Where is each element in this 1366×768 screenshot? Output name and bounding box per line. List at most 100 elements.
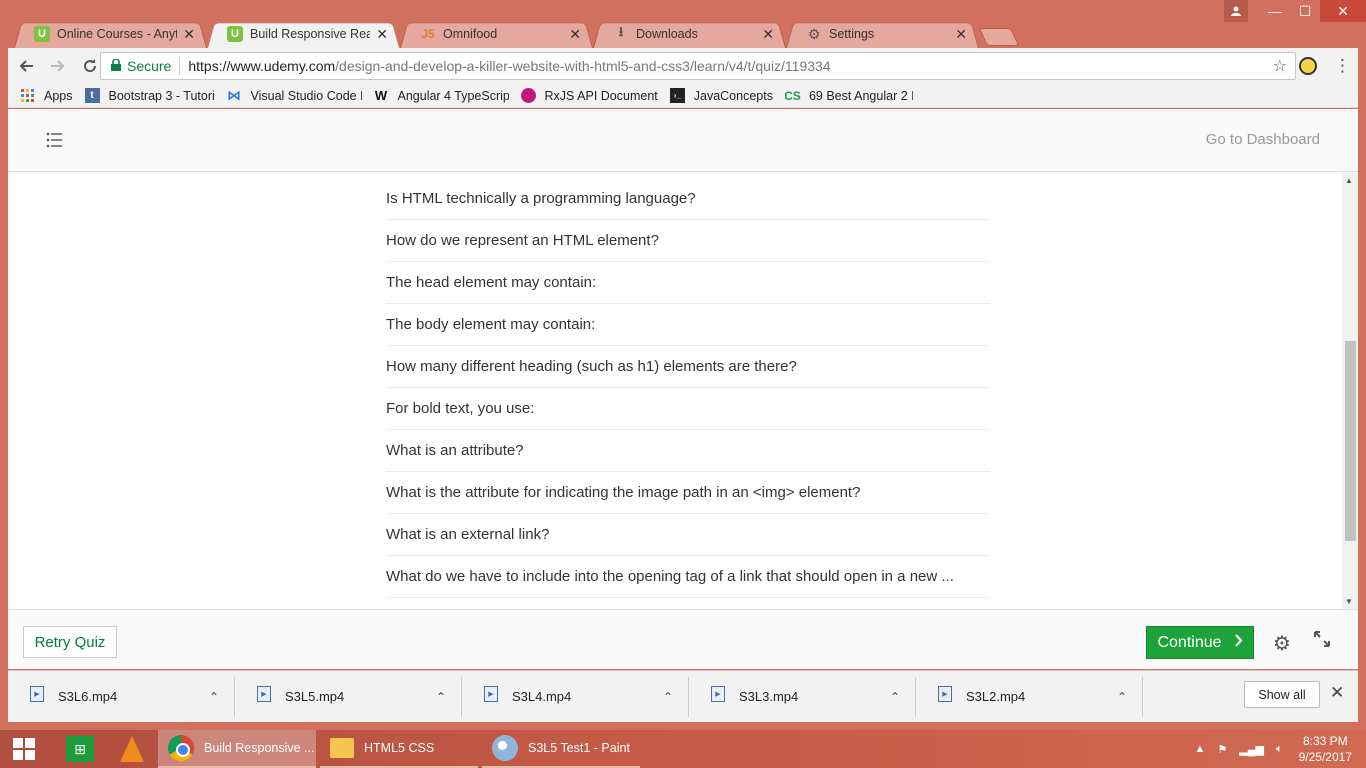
bookmark-rxjs[interactable]: RxJS API Document	[520, 88, 658, 103]
question-item[interactable]: What is an external link?	[386, 514, 990, 556]
apps-icon	[20, 88, 35, 103]
taskbar-app-chrome[interactable]: Build Responsive ...	[158, 730, 316, 768]
bootstrap-icon: t	[84, 88, 100, 103]
download-item[interactable]: ▶ S3L3.mp4 ⌃	[689, 676, 916, 717]
bookmark-angular-interview[interactable]: CS 69 Best Angular 2 Int	[785, 88, 913, 103]
question-item[interactable]: Is HTML technically a programming langua…	[386, 178, 990, 220]
window-controls: — ☐ ✕	[1224, 0, 1366, 24]
tab-downloads[interactable]: ⭳ Downloads ✕	[593, 20, 786, 48]
question-item[interactable]: What do we have to include into the open…	[386, 556, 990, 598]
forward-button[interactable]	[44, 52, 72, 80]
show-hidden-icons-icon[interactable]: ▲	[1195, 743, 1206, 755]
gear-icon: ⚙	[807, 25, 821, 42]
retry-quiz-button[interactable]: Retry Quiz	[23, 626, 117, 658]
extension-icon[interactable]	[1299, 57, 1317, 75]
address-bar[interactable]: Secure https://www.udemy.com/design-and-…	[100, 52, 1296, 80]
question-item[interactable]: What is the attribute for indicating the…	[386, 472, 990, 514]
chevron-up-icon[interactable]: ⌃	[436, 690, 446, 704]
download-filename: S3L2.mp4	[966, 689, 1026, 704]
bookmark-bootstrap[interactable]: t Bootstrap 3 - Tutorial	[84, 88, 215, 103]
go-to-dashboard-link[interactable]: Go to Dashboard	[1206, 131, 1320, 148]
vlc-taskbar-button[interactable]	[106, 730, 158, 768]
network-icon[interactable]: ▂▄▆	[1239, 743, 1264, 756]
close-tab-icon[interactable]: ✕	[955, 26, 967, 43]
start-button[interactable]	[0, 730, 48, 768]
video-file-icon: ▶	[938, 685, 952, 702]
js-icon: J5	[421, 27, 435, 41]
minimize-button[interactable]: —	[1260, 0, 1290, 22]
download-item[interactable]: ▶ S3L6.mp4 ⌃	[8, 676, 235, 717]
taskbar-app-paint[interactable]: S3L5 Test1 - Paint	[482, 730, 640, 768]
bookmark-star-icon[interactable]: ☆	[1273, 56, 1287, 76]
maximize-button[interactable]: ☐	[1290, 0, 1320, 22]
chevron-right-icon	[1234, 634, 1243, 651]
question-item[interactable]: The body element may contain:	[386, 304, 990, 346]
udemy-icon: U	[34, 26, 50, 42]
secure-label: Secure	[127, 58, 172, 74]
download-item[interactable]: ▶ S3L2.mp4 ⌃	[916, 676, 1143, 717]
tab-omnifood[interactable]: J5 Omnifood ✕	[400, 20, 593, 48]
scroll-up-icon[interactable]: ▲	[1345, 176, 1353, 185]
close-icon[interactable]: ✕	[1330, 683, 1344, 703]
chevron-up-icon[interactable]: ⌃	[209, 690, 219, 704]
clock[interactable]: 8:33 PM 9/25/2017	[1299, 733, 1352, 765]
tab-strip: U Online Courses - Anytime ✕ U Build Res…	[14, 20, 1015, 48]
profile-icon[interactable]	[1224, 0, 1248, 22]
chevron-up-icon[interactable]: ⌃	[1117, 690, 1127, 704]
download-filename: S3L3.mp4	[739, 689, 799, 704]
tab-title: Settings	[829, 27, 875, 41]
tab-build-responsive[interactable]: U Build Responsive Real World ✕	[207, 20, 400, 48]
bookmark-label: RxJS API Document	[544, 88, 658, 103]
quiz-question-list-area: Is HTML technically a programming langua…	[8, 173, 1342, 609]
question-item[interactable]: For bold text, you use:	[386, 388, 990, 430]
question-list: Is HTML technically a programming langua…	[386, 178, 990, 598]
vlc-icon	[120, 736, 144, 762]
tab-online-courses[interactable]: U Online Courses - Anytime ✕	[14, 20, 207, 48]
tab-title: Downloads	[636, 27, 698, 41]
bookmark-apps[interactable]: Apps	[20, 88, 73, 103]
scroll-down-icon[interactable]: ▼	[1345, 597, 1353, 606]
question-item[interactable]: How many different heading (such as h1) …	[386, 346, 990, 388]
url-path: /design-and-develop-a-killer-website-wit…	[335, 58, 831, 74]
bookmark-angular[interactable]: W Angular 4 TypeScript	[374, 88, 509, 103]
menu-icon[interactable]: ⋮	[1334, 56, 1351, 76]
continue-button[interactable]: Continue	[1146, 626, 1254, 659]
download-item[interactable]: ▶ S3L4.mp4 ⌃	[462, 676, 689, 717]
close-tab-icon[interactable]: ✕	[376, 26, 388, 43]
paint-icon	[492, 735, 518, 761]
store-taskbar-button[interactable]: ⊞	[54, 730, 106, 768]
chrome-icon	[168, 735, 194, 761]
action-center-flag-icon[interactable]: ⚑	[1217, 743, 1227, 756]
new-tab-button[interactable]	[983, 28, 1015, 46]
show-all-button[interactable]: Show all	[1244, 681, 1320, 708]
taskbar-app-explorer[interactable]: HTML5 CSS	[320, 730, 478, 768]
close-tab-icon[interactable]: ✕	[762, 26, 774, 43]
close-window-button[interactable]: ✕	[1320, 0, 1366, 22]
question-item[interactable]: How do we represent an HTML element?	[386, 220, 990, 262]
vscode-icon: ⋈	[227, 88, 241, 103]
url-host: https://www.udemy.com	[188, 58, 336, 74]
tab-settings[interactable]: ⚙ Settings ✕	[786, 20, 979, 48]
back-button[interactable]	[12, 52, 40, 80]
download-item[interactable]: ▶ S3L5.mp4 ⌃	[235, 676, 462, 717]
close-tab-icon[interactable]: ✕	[569, 26, 581, 43]
volume-icon[interactable]: 🔈︎	[1276, 743, 1283, 756]
scrollbar[interactable]: ▲ ▼	[1342, 173, 1358, 609]
lock-icon	[111, 57, 121, 74]
chevron-up-icon[interactable]: ⌃	[663, 690, 673, 704]
chevron-up-icon[interactable]: ⌃	[890, 690, 900, 704]
question-item[interactable]: What is an attribute?	[386, 430, 990, 472]
udemy-icon: U	[227, 26, 243, 42]
bookmark-vscode[interactable]: ⋈ Visual Studio Code K	[227, 88, 362, 103]
scroll-thumb[interactable]	[1345, 341, 1356, 541]
bookmark-javaconcepts[interactable]: ›_ JavaConcepts	[669, 88, 773, 103]
browser-toolbar: Secure https://www.udemy.com/design-and-…	[8, 48, 1358, 84]
download-icon: ⭳	[618, 24, 624, 39]
clock-time: 8:33 PM	[1302, 734, 1348, 748]
expand-icon[interactable]	[1313, 630, 1331, 653]
gear-icon[interactable]: ⚙	[1273, 631, 1291, 656]
question-item[interactable]: The head element may contain:	[386, 262, 990, 304]
video-file-icon: ▶	[257, 685, 271, 702]
close-tab-icon[interactable]: ✕	[183, 26, 195, 43]
list-icon[interactable]	[46, 131, 64, 149]
